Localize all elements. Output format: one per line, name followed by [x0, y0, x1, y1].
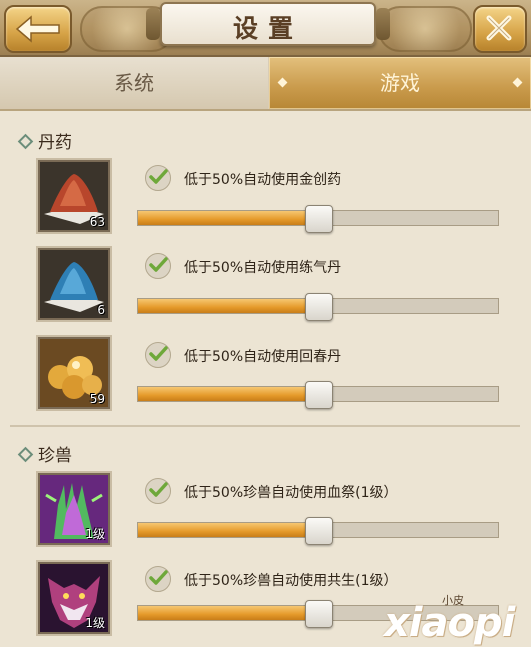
- close-button[interactable]: [473, 5, 527, 53]
- tab-bar: 系统 游戏: [0, 57, 531, 111]
- option-label: 低于50%珍兽自动使用共生(1级）: [184, 573, 398, 589]
- section-title: 珍兽: [38, 446, 72, 466]
- section-bullet-icon: [17, 133, 34, 150]
- close-x-icon: [486, 15, 512, 41]
- section-title: 丹药: [38, 133, 72, 153]
- checkmark-icon: [149, 346, 168, 361]
- slider-fill: [138, 299, 318, 313]
- item-level: 1级: [85, 527, 105, 541]
- title-banner: 设置: [146, 2, 390, 46]
- back-button[interactable]: [4, 5, 72, 53]
- slider-thumb[interactable]: [305, 205, 333, 233]
- checkmark-icon: [149, 169, 168, 184]
- option-label: 低于50%自动使用金创药: [184, 172, 342, 188]
- threshold-slider[interactable]: [137, 205, 499, 233]
- item-count: 63: [89, 215, 105, 229]
- item-slot-gongsheng[interactable]: 1级: [38, 562, 110, 634]
- threshold-slider[interactable]: [137, 517, 499, 545]
- slider-thumb[interactable]: [305, 381, 333, 409]
- item-count: 59: [89, 392, 105, 406]
- auto-use-checkbox[interactable]: [145, 253, 171, 279]
- header-ornament-right: [378, 6, 472, 52]
- tab-game-label: 游戏: [380, 71, 420, 95]
- slider-fill: [138, 211, 318, 225]
- tab-active-diamond-left: [277, 77, 288, 88]
- item-count: 6: [97, 303, 105, 317]
- auto-use-checkbox[interactable]: [145, 478, 171, 504]
- tab-active-diamond-right: [512, 77, 523, 88]
- section-divider: [10, 425, 520, 427]
- tab-game[interactable]: 游戏: [269, 57, 531, 109]
- auto-use-checkbox[interactable]: [145, 165, 171, 191]
- option-label: 低于50%自动使用练气丹: [184, 260, 342, 276]
- page-title: 设置: [232, 14, 303, 43]
- item-slot-xueji[interactable]: 1级: [38, 473, 110, 545]
- checkmark-icon: [149, 482, 168, 497]
- item-level: 1级: [85, 616, 105, 630]
- slider-fill: [138, 606, 318, 620]
- threshold-slider[interactable]: [137, 293, 499, 321]
- section-bullet-icon: [17, 446, 34, 463]
- slider-fill: [138, 523, 318, 537]
- site-watermark: 小皮 xiaopi: [384, 588, 529, 646]
- slider-thumb[interactable]: [305, 293, 333, 321]
- header-bar: 设置: [0, 0, 531, 57]
- slider-thumb[interactable]: [305, 517, 333, 545]
- slider-thumb[interactable]: [305, 600, 333, 628]
- item-slot-lianqidan[interactable]: 6: [38, 248, 110, 320]
- slider-fill: [138, 387, 318, 401]
- checkmark-icon: [149, 570, 168, 585]
- option-label: 低于50%自动使用回春丹: [184, 349, 342, 365]
- checkmark-icon: [149, 257, 168, 272]
- threshold-slider[interactable]: [137, 381, 499, 409]
- auto-use-checkbox[interactable]: [145, 342, 171, 368]
- option-label: 低于50%珍兽自动使用血祭(1级）: [184, 485, 398, 501]
- auto-use-checkbox[interactable]: [145, 566, 171, 592]
- watermark-main-text: xiaopi: [384, 600, 515, 646]
- item-slot-huichundan[interactable]: 59: [38, 337, 110, 409]
- item-slot-jinchuangyao[interactable]: 63: [38, 160, 110, 232]
- back-arrow-icon: [15, 15, 60, 43]
- tab-system[interactable]: 系统: [0, 57, 268, 109]
